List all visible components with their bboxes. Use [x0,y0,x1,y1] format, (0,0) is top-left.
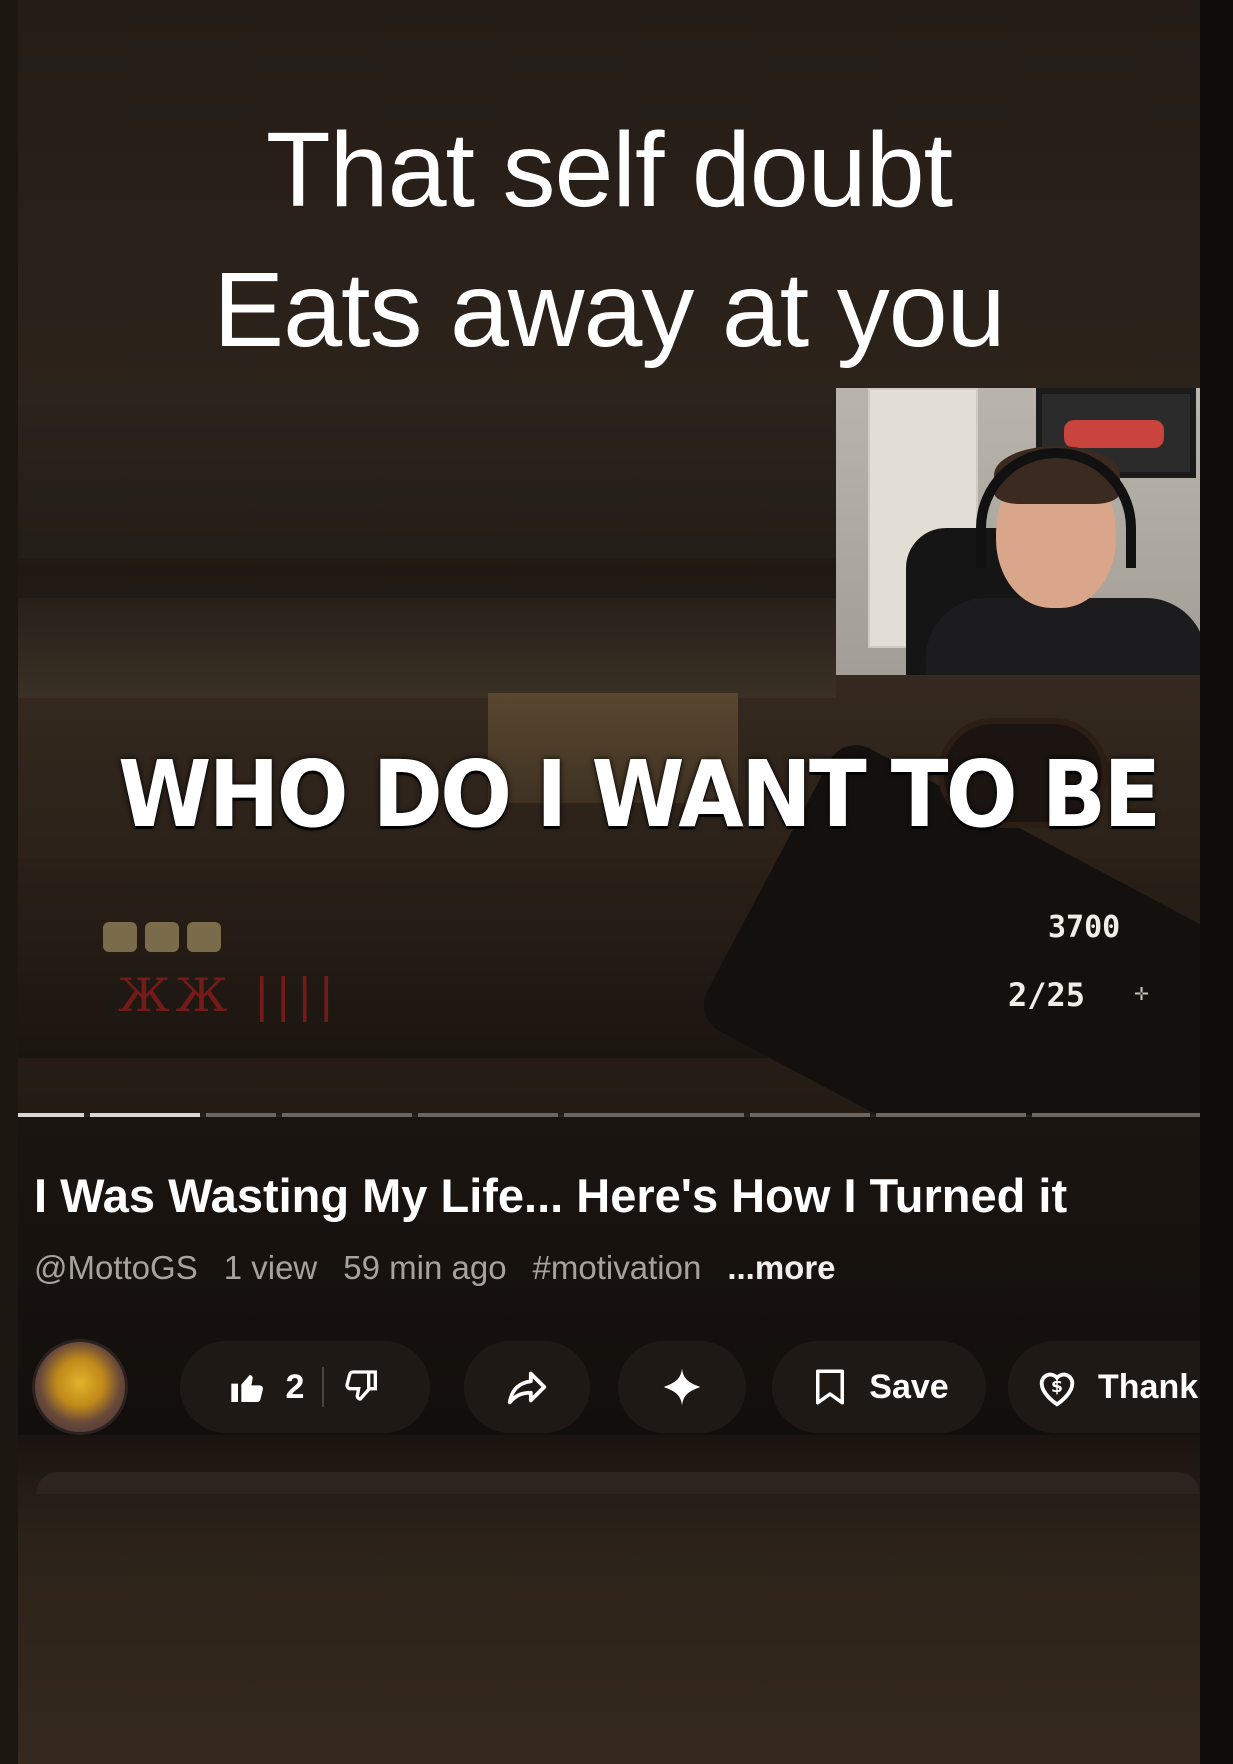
video-player[interactable]: WHO DO I WANT TO BE ЖЖ |||| 3700 2/25 ✛ [18,388,1200,1115]
video-details: I Was Wasting My Life... Here's How I Tu… [18,1117,1200,1435]
game-scene-beam [18,558,836,598]
action-bar: 2 Save $ Thank [18,1117,1200,1435]
perk-icon [187,922,221,952]
caption-line-1: That self doubt [265,111,953,229]
perk-icon [103,922,137,952]
thanks-button[interactable]: $ Thank [1008,1341,1200,1433]
heart-dollar-icon: $ [1034,1364,1080,1410]
left-edge [0,0,18,1764]
hud-perks [103,922,221,952]
svg-text:$: $ [1051,1377,1063,1397]
game-scene-wall [18,388,836,698]
perk-icon [145,922,179,952]
like-dislike-pill: 2 [180,1341,430,1433]
bottom-sheet-edge [36,1472,1200,1494]
save-label: Save [869,1367,949,1406]
hud-score: 3700 [1048,910,1121,945]
save-button[interactable]: Save [772,1341,986,1433]
overlay-caption: That self doubt Eats away at you [18,100,1200,380]
share-button[interactable] [464,1341,590,1433]
thanks-label: Thank [1098,1367,1199,1406]
channel-avatar[interactable] [32,1339,128,1435]
thumbs-up-icon[interactable] [228,1367,268,1407]
like-count[interactable]: 2 [286,1368,305,1407]
bookmark-icon [809,1364,851,1410]
remix-button[interactable] [618,1341,746,1433]
thumbs-down-icon[interactable] [342,1367,382,1407]
share-icon [504,1364,550,1410]
hud-round-tally: ЖЖ |||| [118,968,340,1022]
video-overlay-title: WHO DO I WANT TO BE [118,741,1161,848]
right-edge [1200,0,1233,1764]
streamer-shirt [926,598,1200,675]
hud-ammo: 2/25 [1008,976,1086,1014]
webcam-overlay [836,388,1200,675]
pill-divider [322,1367,325,1407]
caption-line-2: Eats away at you [213,251,1005,369]
crosshair-icon: ✛ [1134,984,1150,1004]
sparkle-icon [660,1365,704,1409]
